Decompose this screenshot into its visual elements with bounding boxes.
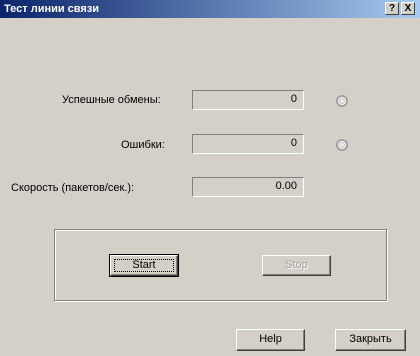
control-group — [54, 229, 387, 301]
success-label: Успешные обмены: — [62, 94, 161, 106]
start-button[interactable]: Start — [109, 254, 179, 277]
close-button-label: Закрыть — [349, 333, 392, 345]
close-icon[interactable]: X — [401, 2, 415, 15]
help-button-label: Help — [259, 333, 282, 345]
focus-rectangle — [114, 259, 174, 272]
stop-button-label: Stop — [285, 259, 308, 271]
title-bar[interactable]: Тест линии связи ? X — [0, 0, 420, 18]
errors-count-value: 0 — [290, 137, 297, 149]
success-count-value: 0 — [290, 93, 297, 105]
errors-label: Ошибки: — [121, 139, 165, 151]
help-icon[interactable]: ? — [385, 2, 399, 15]
speed-value: 0.00 — [275, 180, 297, 192]
close-button[interactable]: Закрыть — [335, 329, 406, 351]
speed-field: 0.00 — [192, 177, 304, 197]
errors-indicator-icon — [336, 139, 348, 151]
help-button[interactable]: Help — [236, 329, 305, 351]
errors-count-field: 0 — [192, 134, 304, 154]
stop-button[interactable]: Stop — [262, 255, 331, 276]
success-count-field: 0 — [192, 90, 304, 110]
window-title: Тест линии связи — [4, 3, 100, 15]
speed-label: Скорость (пакетов/сек.): — [11, 182, 135, 194]
success-indicator-icon — [336, 95, 348, 107]
